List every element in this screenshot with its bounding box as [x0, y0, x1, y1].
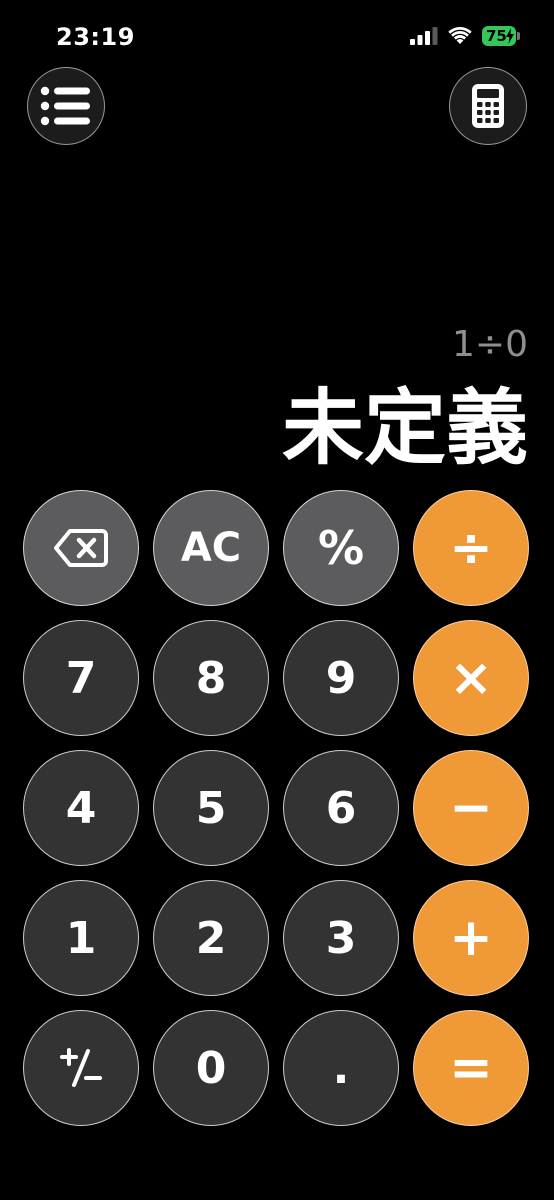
backspace-button[interactable]	[23, 490, 139, 606]
digit-1-button[interactable]: 1	[23, 880, 139, 996]
keypad: AC % ÷ 7 8 9 × 4 5 6 − 1 2 3 + 0 . =	[23, 490, 531, 1126]
digit-7-button[interactable]: 7	[23, 620, 139, 736]
percent-button[interactable]: %	[283, 490, 399, 606]
wifi-icon	[448, 27, 472, 44]
all-clear-button[interactable]: AC	[153, 490, 269, 606]
digit-5-button[interactable]: 5	[153, 750, 269, 866]
digit-8-button[interactable]: 8	[153, 620, 269, 736]
calculator-mode-button[interactable]	[449, 67, 527, 145]
cellular-signal-icon	[410, 27, 438, 45]
battery-level: 75	[486, 27, 507, 45]
charging-bolt-icon	[506, 28, 514, 44]
equals-button[interactable]: =	[413, 1010, 529, 1126]
multiply-button[interactable]: ×	[413, 620, 529, 736]
decimal-button[interactable]: .	[283, 1010, 399, 1126]
battery-cap	[517, 32, 520, 40]
backspace-icon	[54, 529, 108, 567]
calculator-icon	[472, 84, 504, 128]
digit-3-button[interactable]: 3	[283, 880, 399, 996]
list-menu-icon	[40, 86, 90, 126]
battery-charging-icon: 75	[482, 26, 520, 46]
history-list-button[interactable]	[27, 67, 105, 145]
plus-minus-icon	[60, 1048, 102, 1087]
digit-6-button[interactable]: 6	[283, 750, 399, 866]
divide-button[interactable]: ÷	[413, 490, 529, 606]
result-text: 未定義	[281, 381, 528, 476]
digit-9-button[interactable]: 9	[283, 620, 399, 736]
calculator-display: 1÷0 未定義	[28, 320, 528, 484]
minus-button[interactable]: −	[413, 750, 529, 866]
status-bar: 23:19 75	[0, 0, 554, 72]
toggle-sign-button[interactable]	[23, 1010, 139, 1126]
digit-0-button[interactable]: 0	[153, 1010, 269, 1126]
plus-button[interactable]: +	[413, 880, 529, 996]
digit-4-button[interactable]: 4	[23, 750, 139, 866]
status-icons: 75	[410, 26, 520, 46]
status-time: 23:19	[56, 23, 135, 51]
expression-text: 1÷0	[452, 324, 528, 365]
digit-2-button[interactable]: 2	[153, 880, 269, 996]
